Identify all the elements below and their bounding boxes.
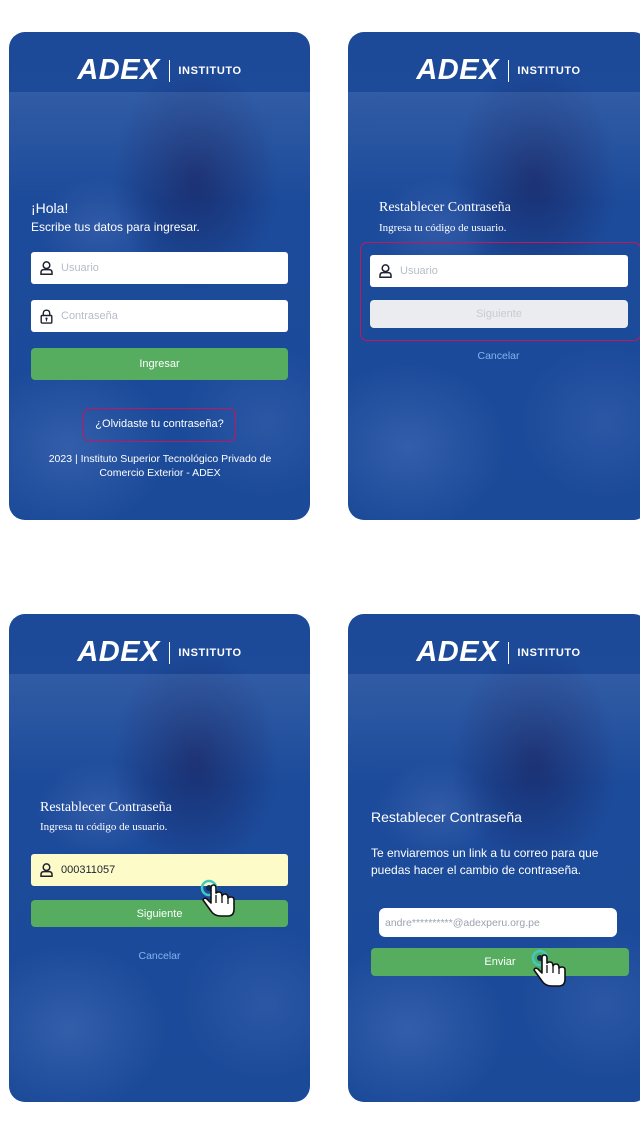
reset-instruction: Ingresa tu código de usuario. <box>379 222 507 234</box>
cancel-link[interactable]: Cancelar <box>9 950 310 962</box>
reset-username-value: 000311057 <box>61 864 116 876</box>
pointer-hand-icon <box>197 876 243 927</box>
masked-email-text: andre**********@adexperu.org.pe <box>385 916 540 929</box>
logo-adex-text: ADEX <box>77 54 160 86</box>
login-screen: ADEX INSTITUTO ¡Hola! Escribe tus datos … <box>9 32 310 520</box>
reset-username-input-filled[interactable]: 000311057 <box>31 854 288 886</box>
next-button[interactable]: Siguiente <box>31 900 288 927</box>
reset-step2-screen: ADEX INSTITUTO Restablecer Contraseña In… <box>9 614 310 1102</box>
logo-divider <box>168 641 171 664</box>
masked-email-field: andre**********@adexperu.org.pe <box>379 908 617 937</box>
user-icon <box>40 862 54 878</box>
user-icon <box>379 263 393 279</box>
username-input[interactable]: Usuario <box>31 252 288 284</box>
cancel-link[interactable]: Cancelar <box>348 350 640 362</box>
send-button[interactable]: Enviar <box>371 948 629 976</box>
reset-email-message: Te enviaremos un link a tu correo para q… <box>371 846 599 877</box>
password-input[interactable]: Contraseña <box>31 300 288 332</box>
logo-instituto-text: INSTITUTO <box>178 646 242 659</box>
logo-divider <box>168 59 171 82</box>
footer-text: 2023 | Instituto Superior Tecnológico Pr… <box>48 453 272 479</box>
logo-instituto-text: INSTITUTO <box>517 64 581 77</box>
reset-username-input[interactable]: Usuario <box>370 255 628 287</box>
logo-adex-text: ADEX <box>416 54 499 86</box>
login-button[interactable]: Ingresar <box>31 348 288 380</box>
forgot-password-link[interactable]: ¿Olvidaste tu contraseña? <box>83 418 236 430</box>
greeting-text: ¡Hola! <box>31 200 69 216</box>
logo-instituto-text: INSTITUTO <box>517 646 581 659</box>
logo-instituto-text: INSTITUTO <box>178 64 242 77</box>
logo-divider <box>507 641 510 664</box>
reset-title: Restablecer Contraseña <box>371 809 522 825</box>
adex-logo: ADEX INSTITUTO <box>9 636 310 669</box>
login-instruction: Escribe tus datos para ingresar. <box>31 220 200 234</box>
logo-divider <box>507 59 510 82</box>
logo-adex-text: ADEX <box>416 636 499 668</box>
user-icon <box>40 260 54 276</box>
reset-username-placeholder: Usuario <box>400 265 438 277</box>
logo-adex-text: ADEX <box>77 636 160 668</box>
pointer-hand-icon <box>528 946 574 997</box>
lock-icon <box>40 308 54 324</box>
reset-instruction: Ingresa tu código de usuario. <box>40 821 168 833</box>
password-placeholder: Contraseña <box>61 310 118 322</box>
reset-title: Restablecer Contraseña <box>40 800 172 815</box>
reset-title: Restablecer Contraseña <box>379 200 511 215</box>
username-placeholder: Usuario <box>61 262 99 274</box>
reset-step1-screen: ADEX INSTITUTO Restablecer Contraseña In… <box>348 32 640 520</box>
adex-logo: ADEX INSTITUTO <box>348 636 640 669</box>
reset-step3-screen: ADEX INSTITUTO Restablecer Contraseña Te… <box>348 614 640 1102</box>
next-button-disabled[interactable]: Siguiente <box>370 300 628 328</box>
adex-logo: ADEX INSTITUTO <box>9 54 310 87</box>
adex-logo: ADEX INSTITUTO <box>348 54 640 87</box>
